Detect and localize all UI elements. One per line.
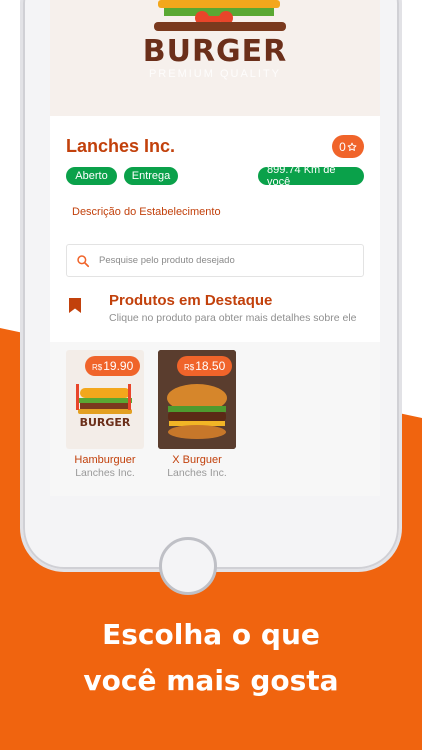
product-list: BURGER R$ 19.90 Hamburguer Lanches Inc. xyxy=(50,342,380,496)
status-badge-open: Aberto xyxy=(66,167,117,185)
price-tag: R$ 19.90 xyxy=(85,356,141,376)
product-image: BURGER R$ 19.90 xyxy=(66,350,144,449)
product-image: R$ 18.50 xyxy=(158,350,236,449)
distance-badge: 899.74 Km de você xyxy=(258,164,364,188)
price-value: 19.90 xyxy=(103,359,134,373)
store-banner: BURGER PREMIUM QUALITY xyxy=(50,0,380,116)
price-tag: R$ 18.50 xyxy=(177,356,233,376)
price-currency: R$ xyxy=(184,363,195,372)
product-name: Hamburguer xyxy=(74,454,136,466)
product-image-label: BURGER xyxy=(79,416,131,429)
banner-tagline: PREMIUM QUALITY xyxy=(148,68,282,80)
slogan: Escolha o que você mais gosta xyxy=(0,612,422,704)
search-input[interactable] xyxy=(99,255,339,266)
bookmark-icon xyxy=(69,298,81,313)
search-bar[interactable] xyxy=(66,244,364,277)
price-currency: R$ xyxy=(92,363,103,372)
rating-value: 0 xyxy=(339,139,346,154)
home-button[interactable] xyxy=(159,537,217,595)
slogan-line-1: Escolha o que xyxy=(102,618,320,651)
featured-subtitle: Clique no produto para obter mais detalh… xyxy=(109,312,357,324)
slogan-line-2: você mais gosta xyxy=(83,664,339,697)
product-store: Lanches Inc. xyxy=(167,467,227,479)
store-name: Lanches Inc. xyxy=(66,136,176,156)
app-screen: BURGER PREMIUM QUALITY Lanches Inc. 0 Ab… xyxy=(50,0,380,496)
banner-brand-text: BURGER xyxy=(142,34,288,69)
rating-button[interactable]: 0 xyxy=(332,135,364,158)
featured-title: Produtos em Destaque xyxy=(109,292,273,309)
product-name: X Burguer xyxy=(172,454,222,466)
status-badge-delivery: Entrega xyxy=(124,167,178,185)
product-store: Lanches Inc. xyxy=(75,467,135,479)
product-card-hamburguer[interactable]: BURGER R$ 19.90 Hamburguer Lanches Inc. xyxy=(66,350,144,479)
price-value: 18.50 xyxy=(195,359,226,373)
product-card-x-burguer[interactable]: R$ 18.50 X Burguer Lanches Inc. xyxy=(158,350,236,479)
store-description-link[interactable]: Descrição do Estabelecimento xyxy=(72,206,221,218)
star-outline-icon xyxy=(347,142,357,151)
search-icon xyxy=(77,254,90,267)
